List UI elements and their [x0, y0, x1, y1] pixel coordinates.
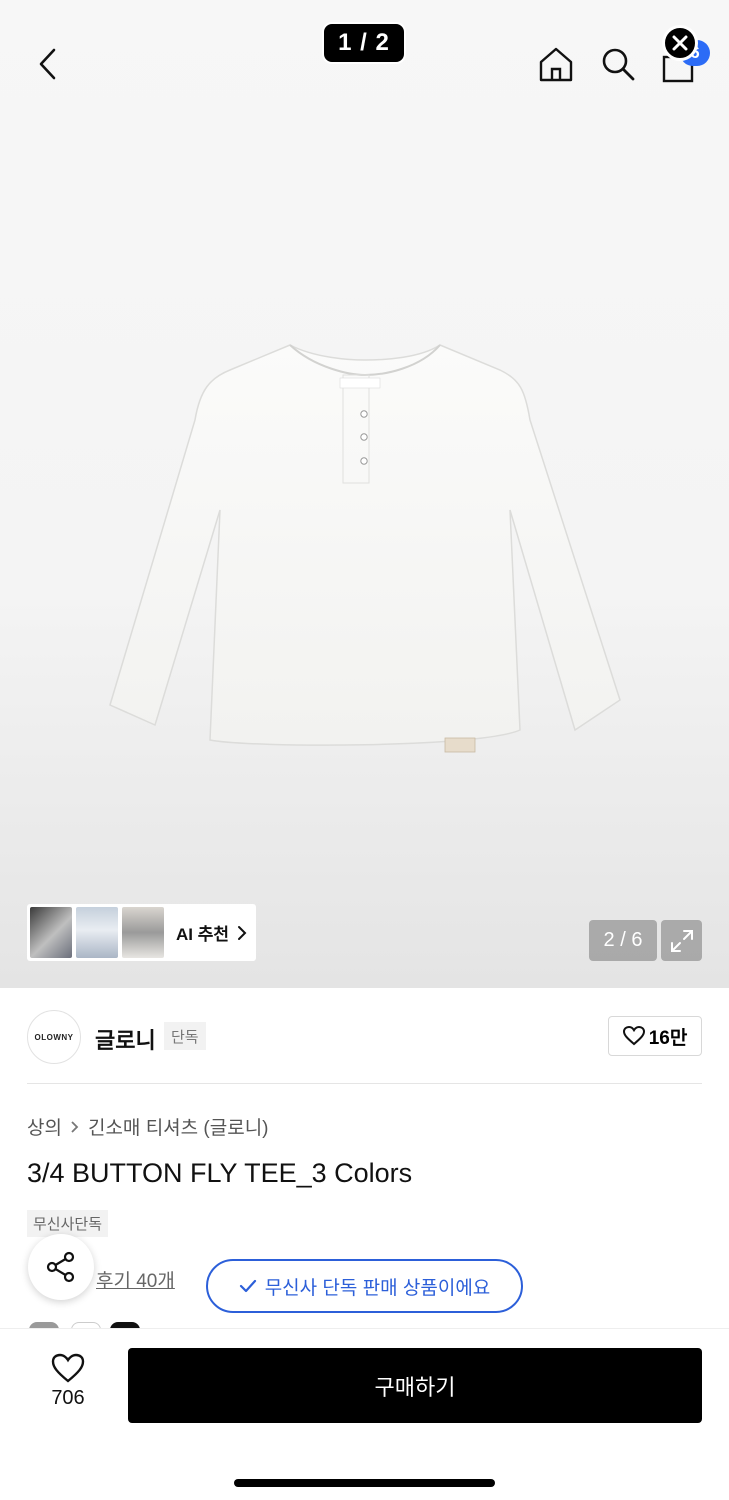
home-indicator [234, 1479, 495, 1487]
top-navigation-bar: 1 / 2 6 [0, 0, 729, 110]
heart-icon [51, 1353, 85, 1383]
bottom-action-bar: 706 구매하기 [0, 1328, 729, 1500]
back-icon [39, 48, 56, 80]
share-icon [46, 1251, 75, 1283]
close-button[interactable] [662, 25, 698, 61]
expand-image-button[interactable] [661, 920, 702, 961]
home-icon [539, 47, 573, 82]
search-button[interactable] [596, 42, 640, 86]
favorite-button[interactable]: 706 [36, 1353, 100, 1423]
brand-like-button[interactable]: 16만 [608, 1016, 702, 1056]
brand-logo[interactable]: OLOWNY [27, 1010, 81, 1064]
exclusive-notice-label: 무신사 단독 판매 상품이에요 [264, 1277, 491, 1299]
expand-icon [670, 929, 693, 952]
chevron-right-icon [238, 925, 247, 940]
brand-like-count: 16만 [648, 1027, 688, 1049]
search-icon [602, 48, 635, 81]
page-indicator: 1 / 2 [322, 22, 406, 64]
home-button[interactable] [534, 42, 578, 86]
breadcrumb-item-subcategory[interactable]: 긴소매 티셔츠 (글로니) [88, 1113, 269, 1140]
heart-icon [622, 1026, 645, 1046]
chevron-right-icon [71, 1120, 79, 1133]
image-counter: 2 / 6 [589, 920, 657, 961]
recommendation-thumbnail [76, 907, 118, 958]
favorite-count: 706 [51, 1387, 85, 1409]
check-icon [239, 1279, 256, 1293]
brand-name[interactable]: 글로니 [95, 1023, 156, 1055]
brand-row: OLOWNY 글로니 단독 16만 [27, 1008, 702, 1066]
ai-recommendation-label: AI 추천 [176, 925, 230, 944]
product-photo [109, 344, 621, 753]
breadcrumb-item-category[interactable]: 상의 [27, 1113, 62, 1140]
buy-button[interactable]: 구매하기 [128, 1348, 702, 1423]
back-button[interactable] [28, 44, 68, 84]
review-link[interactable]: 후기 40개 [96, 1266, 175, 1293]
close-icon [672, 35, 688, 51]
breadcrumb: 상의 긴소매 티셔츠 (글로니) [27, 1113, 269, 1140]
divider [27, 1083, 702, 1084]
brand-tag: 단독 [164, 1022, 206, 1050]
share-button[interactable] [28, 1234, 94, 1300]
exclusive-tag: 무신사단독 [27, 1210, 109, 1237]
exclusive-notice-button[interactable]: 무신사 단독 판매 상품이에요 [206, 1259, 523, 1313]
ai-recommendation-button[interactable]: AI 추천 [27, 904, 256, 961]
recommendation-thumbnail [122, 907, 164, 958]
product-image-gallery[interactable]: 1 / 2 6 AI 추천 [0, 0, 729, 988]
product-title: 3/4 BUTTON FLY TEE_3 Colors [27, 1158, 413, 1188]
recommendation-thumbnail [30, 907, 72, 958]
